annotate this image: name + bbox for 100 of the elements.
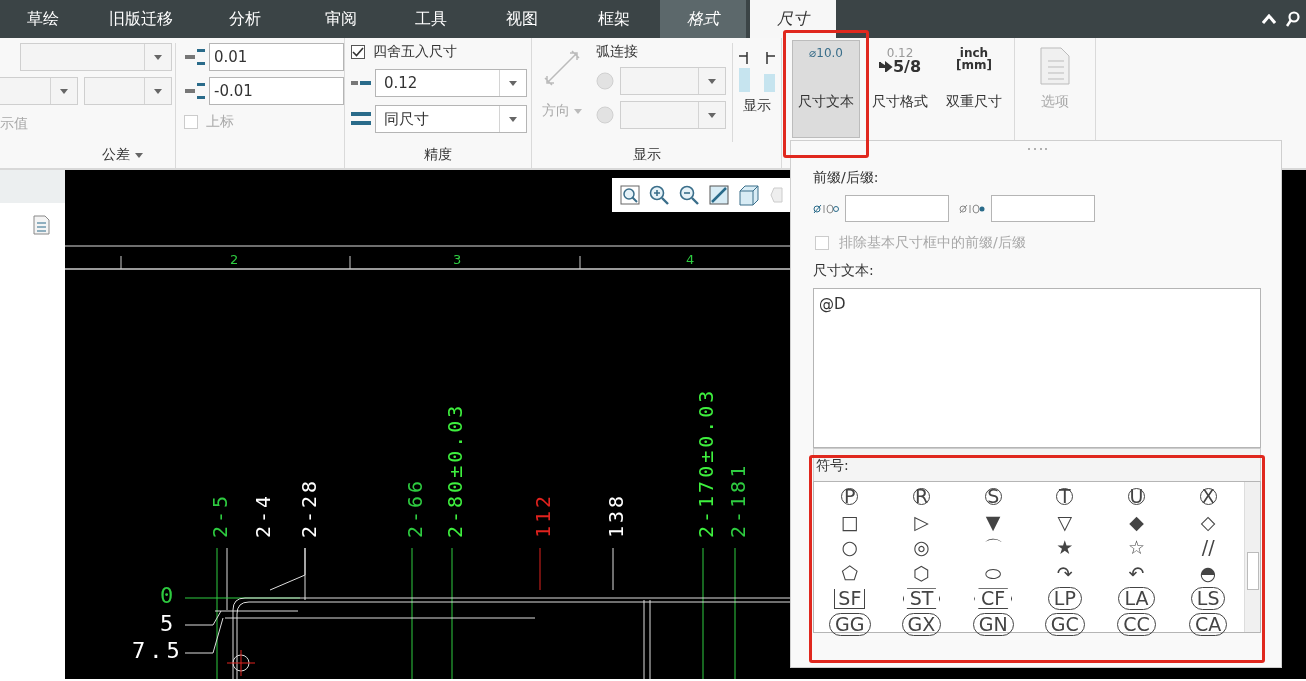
symbol-item[interactable]: CF [957, 586, 1029, 612]
caret-icon [154, 54, 162, 60]
dimension-text: 2-28 [299, 477, 319, 538]
symbol-item[interactable]: U [1100, 484, 1173, 510]
decimals-dropdown[interactable]: 0.12 [375, 69, 527, 97]
symbol-item[interactable]: ◇ [1172, 509, 1244, 535]
radio-icon[interactable] [596, 106, 614, 124]
ribbon-tab[interactable]: 工具 [386, 0, 476, 38]
scrollbar[interactable] [1244, 482, 1260, 632]
repaint-icon[interactable] [708, 184, 730, 206]
dimension-text: 0 [160, 584, 178, 608]
symbol-item[interactable]: // [1172, 535, 1244, 561]
zoom-fit-icon[interactable] [620, 185, 640, 205]
symbol-item[interactable]: R [885, 484, 958, 510]
ruler-label: 2 [230, 252, 239, 267]
symbol-item[interactable]: ⌒ [957, 535, 1029, 561]
caret-icon [60, 88, 68, 94]
dropdown[interactable] [620, 101, 726, 129]
dropdown[interactable] [620, 67, 726, 95]
ribbon-tab[interactable]: 视图 [476, 0, 567, 38]
dimension-text: 7.5 [132, 639, 184, 663]
symbol-item[interactable]: ◆ [1100, 509, 1173, 535]
group-label: 精度 [424, 146, 452, 164]
document-list-icon [1040, 47, 1070, 85]
prefix-field[interactable] [845, 195, 949, 222]
symbol-item[interactable]: ○ [814, 535, 886, 561]
radio-icon[interactable] [596, 72, 614, 90]
caret-icon [154, 88, 162, 94]
upper-tolerance-field[interactable]: 0.01 [209, 43, 344, 71]
ruler-label: 4 [686, 252, 695, 267]
symbol-item[interactable]: ★ [1029, 535, 1101, 561]
symbol-item[interactable]: CC [1100, 611, 1173, 637]
ribbon-tab[interactable]: 尺寸 [750, 0, 836, 38]
symbol-item[interactable]: ☆ [1100, 535, 1173, 561]
dimension-text: 5 [160, 612, 178, 636]
ribbon-button[interactable]: 显示 [733, 43, 781, 142]
caret-icon [708, 112, 716, 118]
suffix-icon [959, 203, 985, 214]
checkbox[interactable] [351, 45, 365, 59]
dimension-text-field[interactable]: @D [813, 288, 1261, 448]
caret-icon [509, 80, 517, 86]
dropdown[interactable] [0, 77, 78, 105]
diagonal-arrow-icon [542, 48, 582, 88]
search-icon[interactable] [1286, 11, 1300, 27]
symbol-item[interactable]: T [1029, 484, 1101, 510]
cube-icon[interactable] [738, 184, 762, 206]
symbol-item[interactable]: SF [814, 586, 886, 612]
ribbon-button[interactable]: 0.12 5/8 尺寸格式 [866, 40, 934, 138]
dimension-display-icon [737, 50, 777, 94]
collapse-icon[interactable] [1262, 14, 1276, 24]
checkbox-label: 排除基本尺寸框中的前缀/后缀 [839, 234, 1026, 252]
symbol-item[interactable]: ⬠ [814, 560, 886, 586]
checkbox-label: 上标 [206, 113, 234, 131]
checkbox-label: 四舍五入尺寸 [373, 43, 457, 61]
symbol-item[interactable]: ◎ [885, 535, 958, 561]
dropdown[interactable] [84, 77, 172, 105]
dimension-text: 2-80±0.03 [445, 402, 465, 538]
ribbon-button[interactable]: inch [mm] 双重尺寸 [940, 40, 1008, 138]
ribbon-tab[interactable]: 旧版迁移 [86, 0, 195, 38]
dimension-text: 2-66 [405, 477, 425, 538]
zoom-in-icon[interactable] [648, 184, 670, 206]
ribbon-tab[interactable]: 分析 [195, 0, 295, 38]
dropdown[interactable] [20, 43, 172, 71]
prefix-icon [813, 203, 839, 214]
suffix-field[interactable] [991, 195, 1095, 222]
ruler-label: 3 [453, 252, 462, 267]
symbol-item[interactable]: LS [1172, 586, 1244, 612]
symbol-item[interactable]: LA [1100, 586, 1173, 612]
field-label: 尺寸文本: [813, 262, 875, 280]
symbol-item[interactable]: ▼ [957, 509, 1029, 535]
zoom-out-icon[interactable] [678, 184, 700, 206]
symbol-item[interactable]: ⬡ [885, 560, 958, 586]
view-icon[interactable] [770, 184, 784, 206]
group-label[interactable]: 公差 [102, 146, 130, 164]
dimension-text: 112 [533, 492, 553, 538]
ribbon-tab[interactable]: 草绘 [0, 0, 86, 38]
ribbon-tab[interactable]: 格式 [660, 0, 746, 38]
symbol-item[interactable]: □ [814, 509, 886, 535]
symbol-item[interactable]: ST [885, 586, 958, 612]
symbol-item[interactable]: ▷ [885, 509, 958, 535]
symbol-item[interactable]: X [1172, 484, 1244, 510]
symbol-item[interactable]: LP [1029, 586, 1101, 612]
symbol-item[interactable]: ⬭ [957, 560, 1029, 586]
symbol-item[interactable]: S [957, 484, 1029, 510]
symbol-item[interactable]: ◓ [1172, 560, 1244, 586]
symbol-item[interactable]: ↷ [1029, 560, 1101, 586]
symbol-item[interactable]: ↶ [1100, 560, 1173, 586]
caret-icon [708, 78, 716, 84]
dimension-text-icon: ⌀10.0 [809, 47, 843, 59]
group-label: 显示 [632, 146, 661, 164]
symbol-item[interactable]: ▽ [1029, 509, 1101, 535]
grip-icon[interactable] [1027, 147, 1047, 151]
dimension-text: 138 [606, 492, 626, 538]
symbol-item[interactable]: P [814, 484, 886, 510]
ribbon-tab[interactable]: 审阅 [295, 0, 386, 38]
ribbon-button[interactable]: ⌀10.0 尺寸文本 [792, 40, 860, 138]
tolerance-decimals-dropdown[interactable]: 同尺寸 [375, 105, 527, 133]
ribbon-tab[interactable]: 框架 [567, 0, 660, 38]
list-icon[interactable] [33, 215, 51, 235]
lower-tolerance-field[interactable]: -0.01 [209, 77, 344, 105]
